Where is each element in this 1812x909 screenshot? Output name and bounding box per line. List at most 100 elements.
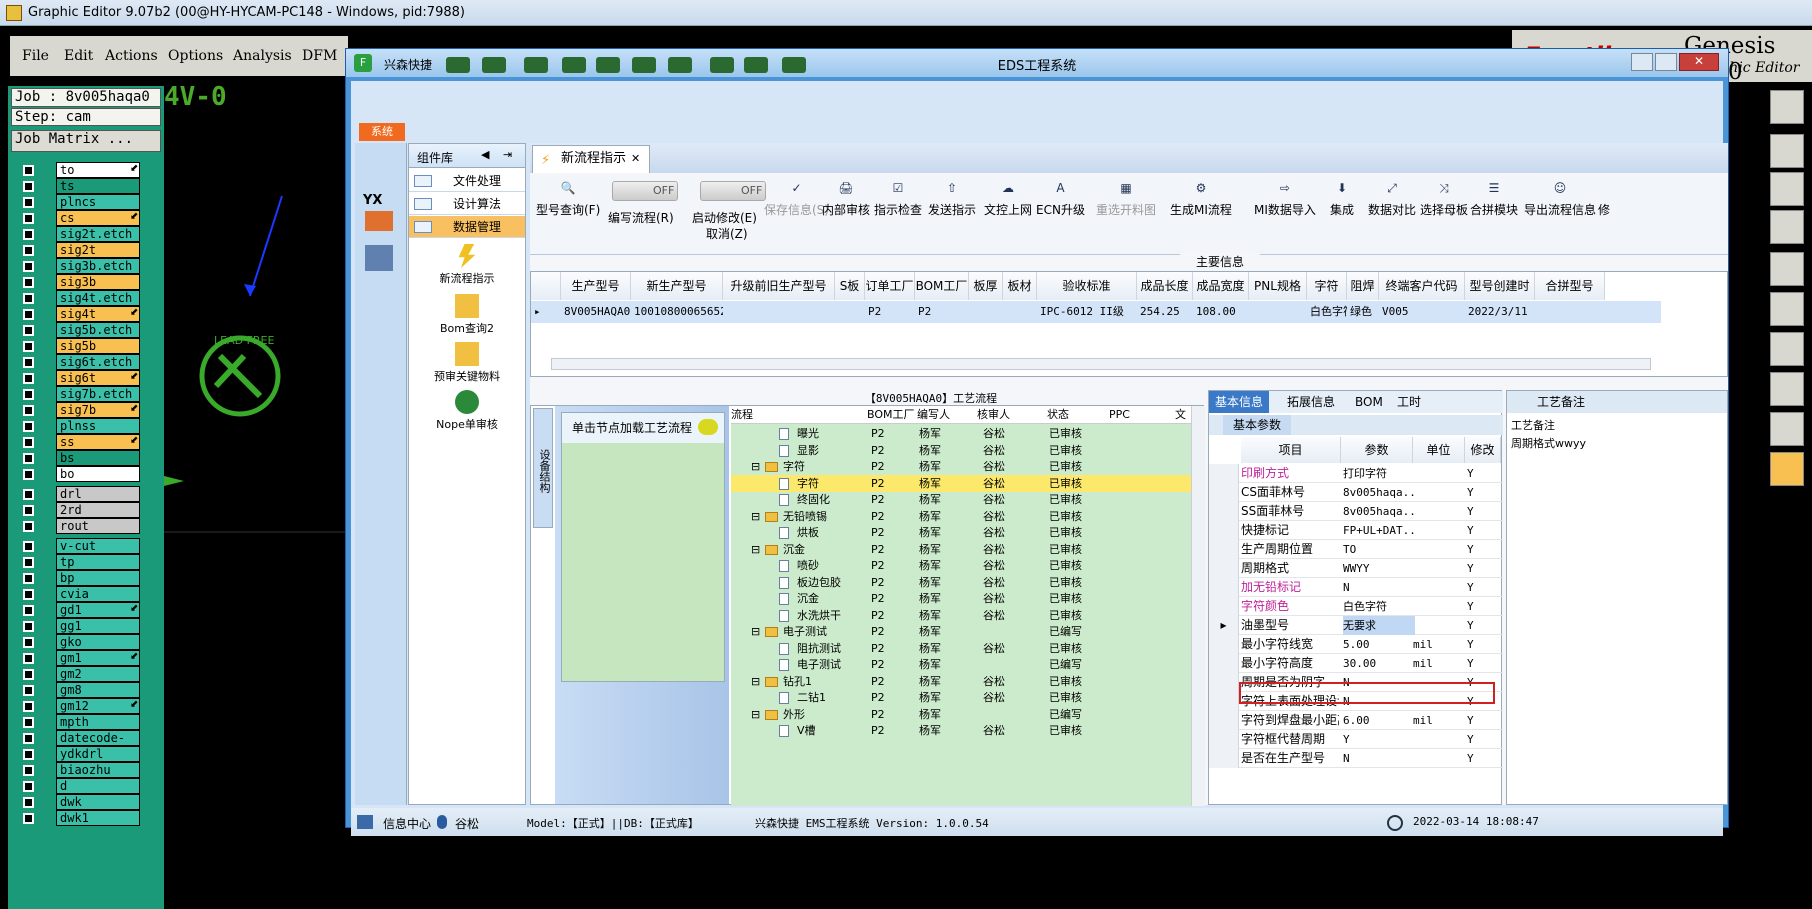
device-structure-tab[interactable]: 设备结构 <box>533 408 553 528</box>
tree-row[interactable]: 终固化 P2 杨军 谷松 已审核 <box>731 491 1191 508</box>
layer-row[interactable]: gm1 ⬋ <box>16 650 140 666</box>
tree-row[interactable]: 电子测试 P2 杨军 已编写 <box>731 656 1191 673</box>
layer-name[interactable]: bs <box>56 450 140 466</box>
tree-row[interactable]: 曝光 P2 杨军 谷松 已审核 <box>731 425 1191 442</box>
grid-cell[interactable] <box>969 301 1003 323</box>
layer-row[interactable]: bo <box>16 466 140 482</box>
layer-row[interactable]: drl <box>16 486 140 502</box>
grid-header[interactable]: BOM工厂 <box>915 272 969 300</box>
menu-edit[interactable]: Edit <box>64 48 93 64</box>
layer-row[interactable]: gm2 <box>16 666 140 682</box>
layer-checkbox[interactable] <box>23 309 34 320</box>
tree-row[interactable]: ⊟ 沉金 P2 杨军 谷松 已审核 <box>731 541 1191 558</box>
layer-name[interactable]: bp <box>56 570 140 586</box>
grid-header[interactable]: S板 <box>835 272 865 300</box>
grid-header[interactable]: 成品长度 <box>1137 272 1193 300</box>
collapse-icon[interactable]: ⊟ <box>751 673 760 690</box>
tree-header[interactable]: 文 <box>1175 406 1191 424</box>
collapse-icon[interactable]: ⊟ <box>751 706 760 723</box>
tree-header[interactable]: BOM工厂 <box>867 406 917 424</box>
edit-flow-toggle[interactable]: OFF <box>612 181 678 201</box>
param-row[interactable]: 最小字符高度 30.00 mil Y <box>1209 654 1503 673</box>
tab-work-hours[interactable]: 工时 <box>1391 391 1427 413</box>
toolbar-button[interactable]: ☑ 指示检查 <box>874 181 922 218</box>
toolbar-button[interactable]: ☰ 合拼模块 <box>1470 181 1518 218</box>
layer-name[interactable]: sig5b <box>56 338 140 354</box>
tool-button[interactable] <box>1770 332 1804 366</box>
tree-header[interactable]: 核审人 <box>977 406 1047 424</box>
param-row[interactable]: 最小字符线宽 5.00 mil Y <box>1209 635 1503 654</box>
pin-icon[interactable]: ⇥ <box>503 148 512 161</box>
tree-row[interactable]: ⊟ 电子测试 P2 杨军 已编写 <box>731 623 1191 640</box>
grid-cell[interactable]: V005 <box>1379 301 1465 323</box>
tree-row[interactable]: 显影 P2 杨军 谷松 已审核 <box>731 442 1191 459</box>
param-row[interactable]: 字符颜色 白色字符 Y <box>1209 597 1503 616</box>
layer-name[interactable]: gd1 <box>56 602 140 618</box>
tree-header[interactable]: PPC <box>1109 406 1175 424</box>
toolbar-button[interactable]: ⤨ 选择母板 <box>1420 181 1468 218</box>
layer-row[interactable]: dwk1 <box>16 810 140 826</box>
param-row[interactable]: SS面菲林号 8v005haqa... Y <box>1209 502 1503 521</box>
layer-name[interactable]: d <box>56 778 140 794</box>
menu-file[interactable]: File <box>22 48 49 64</box>
layer-name[interactable]: sig6t.etch <box>56 354 140 370</box>
close-tab-icon[interactable]: ✕ <box>631 146 640 172</box>
grid-cell[interactable]: 8V005HAQA0 <box>561 301 631 323</box>
param-row[interactable]: 字符框代替周期 Y Y <box>1209 730 1503 749</box>
layer-row[interactable]: sig7b.etch <box>16 386 140 402</box>
layer-name[interactable]: ydkdrl <box>56 746 140 762</box>
grid-header[interactable]: 字符 <box>1307 272 1347 300</box>
layer-name[interactable]: gm2 <box>56 666 140 682</box>
tree-row[interactable]: 板边包胶 P2 杨军 谷松 已审核 <box>731 574 1191 591</box>
minimize-button[interactable] <box>1631 53 1653 71</box>
layer-checkbox[interactable] <box>23 589 34 600</box>
factory-icon[interactable] <box>365 211 393 231</box>
layer-row[interactable]: mpth <box>16 714 140 730</box>
save-info-button[interactable]: ✓ 保存信息(S) <box>764 181 829 218</box>
layer-checkbox[interactable] <box>23 325 34 336</box>
layer-checkbox[interactable] <box>23 213 34 224</box>
menu-dfm[interactable]: DFM <box>302 48 337 64</box>
tool-button[interactable] <box>1770 372 1804 406</box>
param-value[interactable]: 打印字符 <box>1343 464 1415 483</box>
tree-row[interactable]: 字符 P2 杨军 谷松 已审核 <box>731 474 1191 492</box>
toolbar-button[interactable]: ⇨ MI数据导入 <box>1254 181 1316 218</box>
layer-row[interactable]: sig6t ⬋ <box>16 370 140 386</box>
remark-text[interactable]: 周期格式wwyy <box>1507 435 1727 451</box>
tree-row[interactable]: 烘板 P2 杨军 谷松 已审核 <box>731 524 1191 541</box>
grid-header[interactable]: 阻焊 <box>1347 272 1379 300</box>
tool-button[interactable] <box>1770 292 1804 326</box>
vertical-scrollbar[interactable] <box>1191 406 1205 806</box>
grid-cell[interactable]: P2 <box>915 301 969 323</box>
layer-name[interactable]: sig2t.etch <box>56 226 140 242</box>
layer-name[interactable]: plnss <box>56 418 140 434</box>
tool-button[interactable] <box>1770 252 1804 286</box>
nav-item-file[interactable]: 文件处理 <box>409 170 525 192</box>
grid-header[interactable]: PNL规格 <box>1249 272 1307 300</box>
layer-row[interactable]: cvia <box>16 586 140 602</box>
param-row[interactable]: 快捷标记 FP+UL+DAT... Y <box>1209 521 1503 540</box>
layer-row[interactable]: tp <box>16 554 140 570</box>
collapse-icon[interactable]: ⊟ <box>751 458 760 475</box>
layer-row[interactable]: gko <box>16 634 140 650</box>
param-row[interactable]: 印刷方式 打印字符 Y <box>1209 464 1503 483</box>
tree-header[interactable]: 状态 <box>1047 406 1109 424</box>
layer-row[interactable]: gm8 <box>16 682 140 698</box>
layer-row[interactable]: ss ⬋ <box>16 434 140 450</box>
layer-name[interactable]: gm1 <box>56 650 140 666</box>
grid-header[interactable]: 板材 <box>1003 272 1037 300</box>
grid-header[interactable]: 板厚 <box>969 272 1003 300</box>
grid-cell[interactable]: 白色字符 <box>1307 301 1347 323</box>
layer-name[interactable]: drl <box>56 486 140 502</box>
grid-cell[interactable]: P2 <box>865 301 915 323</box>
collapse-icon[interactable]: ⊟ <box>751 541 760 558</box>
grid-cell[interactable]: 绿色 <box>1347 301 1379 323</box>
layer-row[interactable]: datecode-ptm <box>16 730 140 759</box>
layer-row[interactable]: sig2t <box>16 242 140 258</box>
param-value[interactable]: 无要求 <box>1343 616 1415 635</box>
bom-query-tool[interactable]: Bom查询2 <box>409 294 525 336</box>
system-tab[interactable]: 系统 <box>359 123 405 141</box>
layer-checkbox[interactable] <box>23 557 34 568</box>
layer-row[interactable]: dwk <box>16 794 140 810</box>
toolbar-button[interactable]: ☁ 文控上网 <box>984 181 1032 218</box>
